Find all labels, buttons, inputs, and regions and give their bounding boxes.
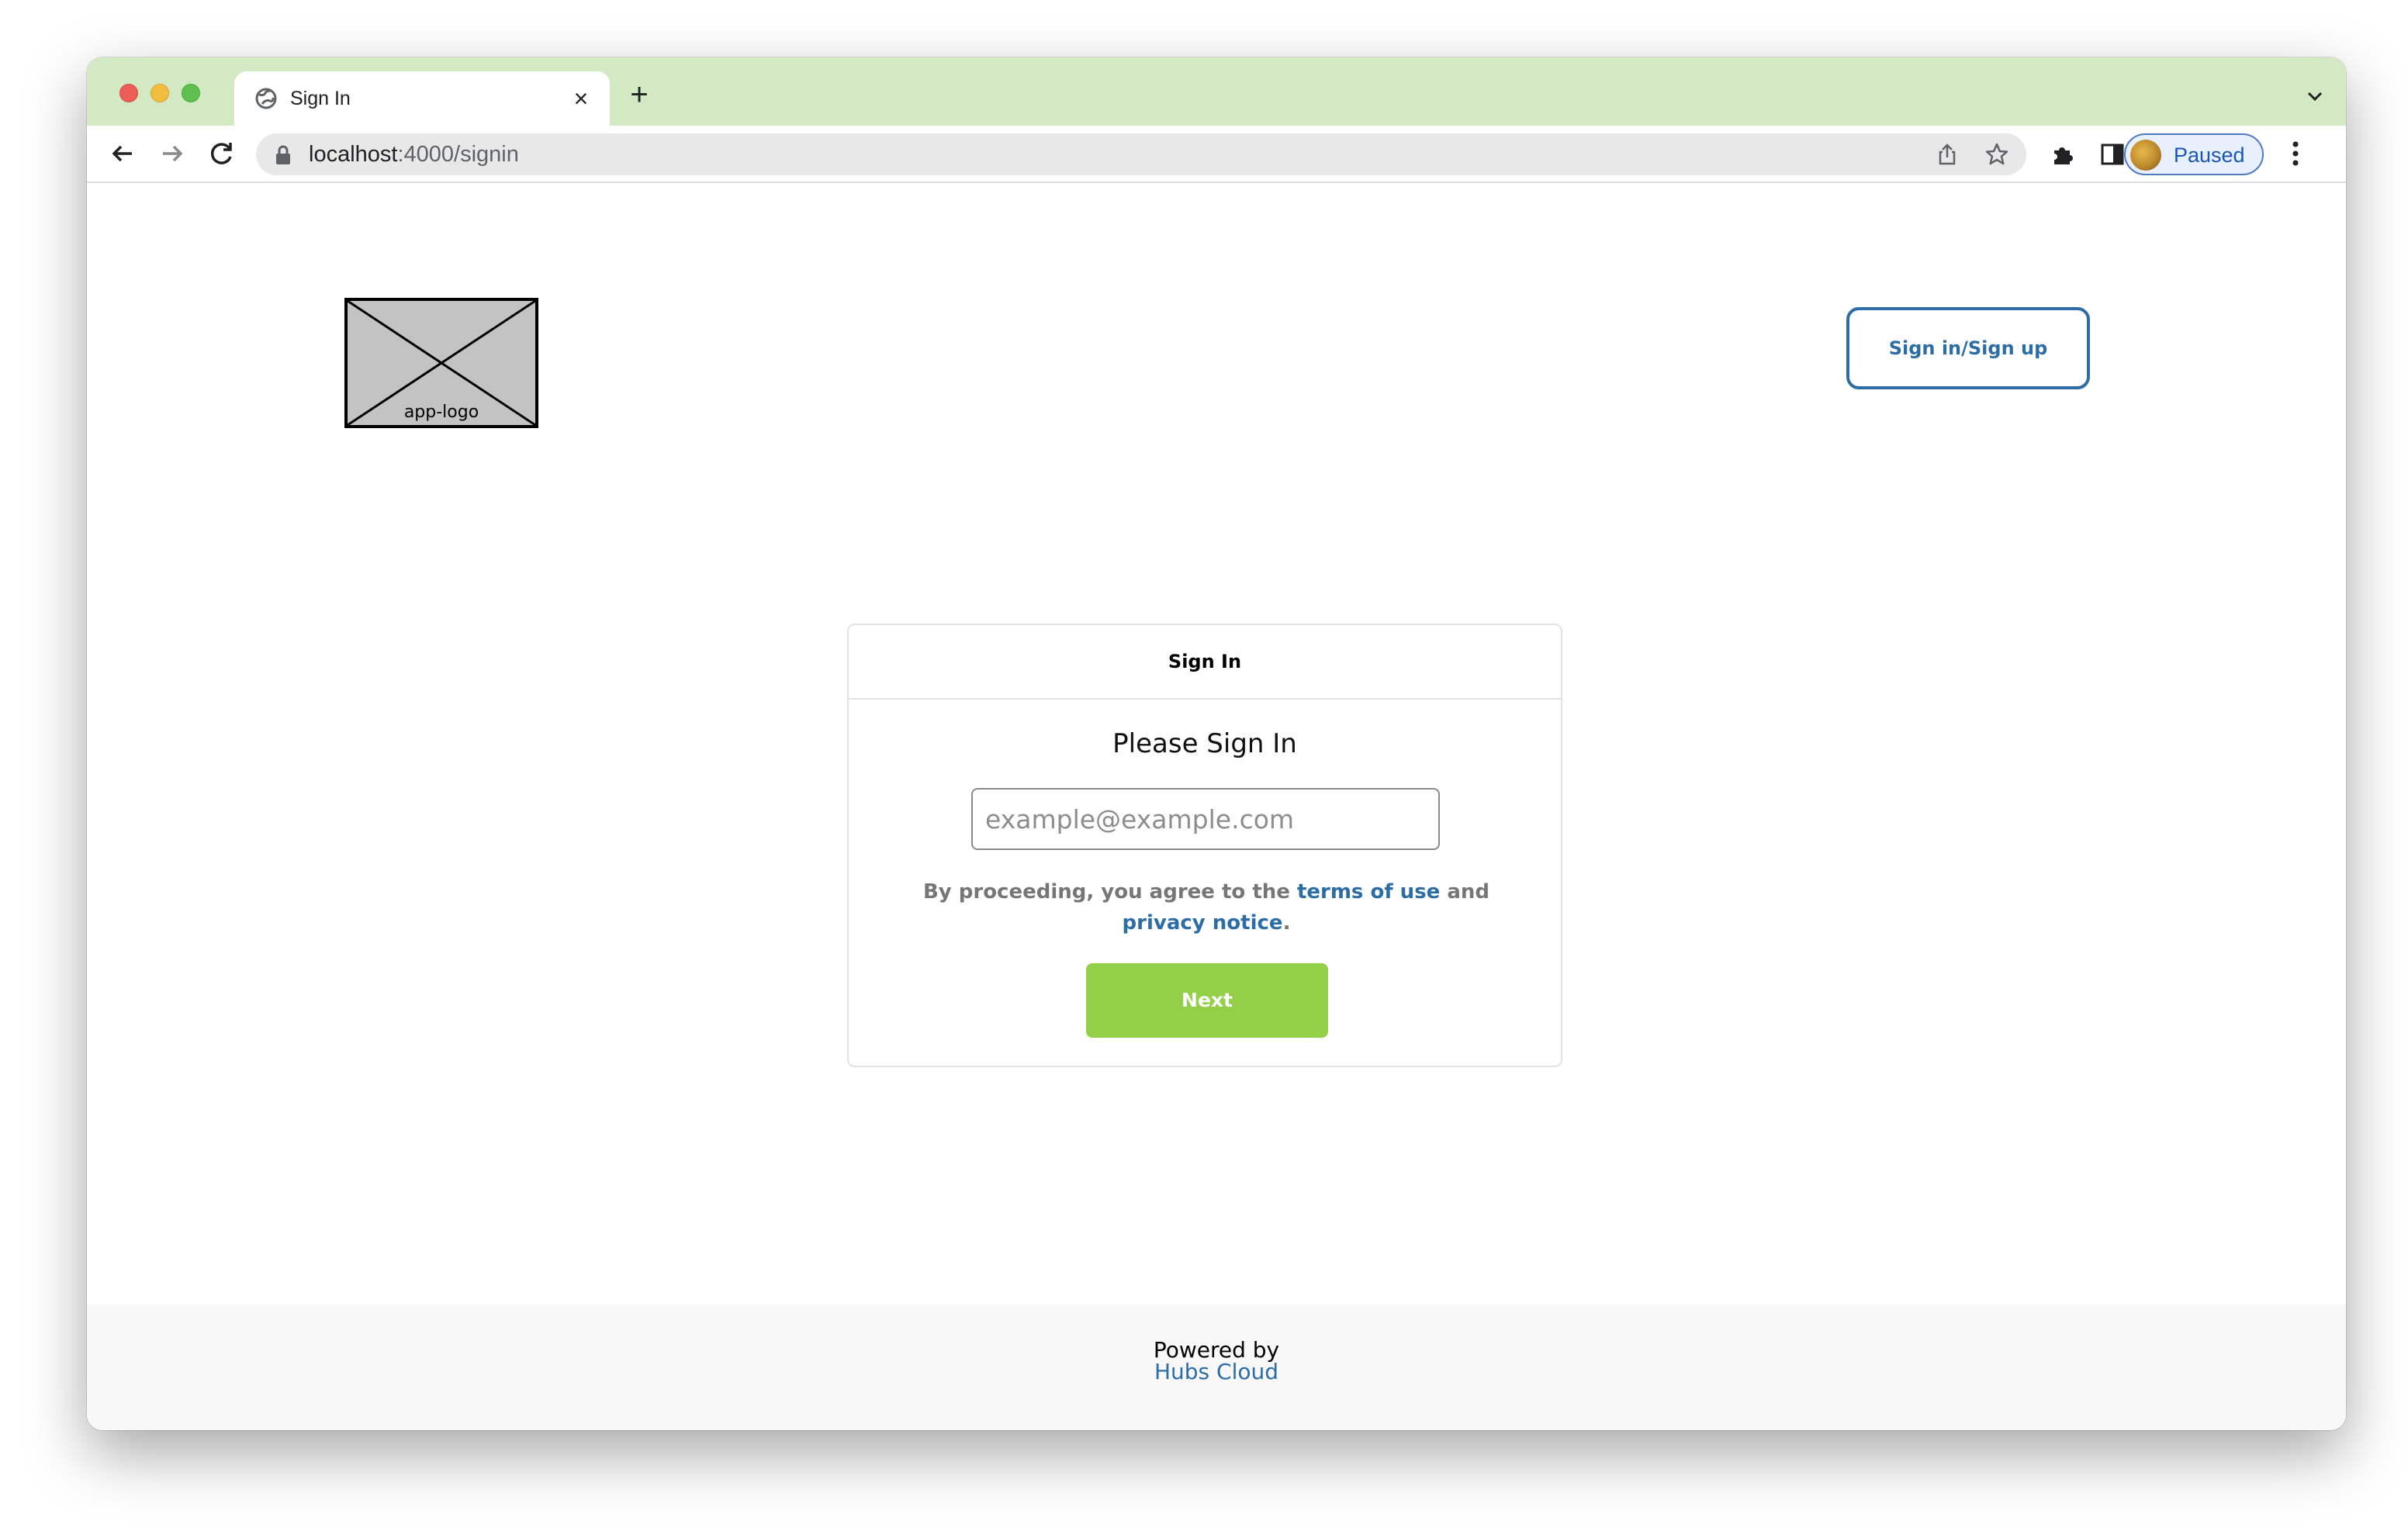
next-button[interactable]: Next [1086,963,1328,1038]
close-window-button[interactable] [119,84,138,102]
zoom-window-button[interactable] [182,84,200,102]
close-tab-icon[interactable]: × [568,85,594,112]
globe-icon [255,88,277,109]
profile-button[interactable]: Paused [2124,133,2264,175]
email-input[interactable] [971,788,1440,850]
privacy-notice-link[interactable]: privacy notice [1123,911,1283,935]
extensions-puzzle-icon[interactable] [2050,141,2076,168]
tab-strip: Sign In × + [87,57,2346,126]
address-bar[interactable]: localhost:4000/signin [256,133,2026,175]
agreement-suffix: . [1282,911,1291,935]
footer: Powered by Hubs Cloud [87,1305,2346,1430]
browser-toolbar: localhost:4000/signin Paused [87,126,2346,183]
url-path: :4000/signin [397,142,519,167]
card-header-title: Sign In [849,625,1561,700]
card-title: Please Sign In [1112,728,1297,759]
agreement-prefix: By proceeding, you agree to the [922,880,1290,904]
minimize-window-button[interactable] [150,84,169,102]
back-arrow-icon[interactable] [106,137,140,171]
app-logo-label: app-logo [403,403,479,422]
page-content: app-logo Sign in/Sign up Sign In Please … [87,183,2346,1430]
reload-icon[interactable] [205,137,239,171]
tab-title: Sign In [290,88,351,109]
sign-in-sign-up-button[interactable]: Sign in/Sign up [1846,307,2090,389]
browser-window: Sign In × + localhost:4000/signin Paused… [87,57,2346,1430]
lock-icon[interactable] [275,145,292,165]
avatar [2130,140,2161,171]
agreement-text: By proceeding, you agree to the terms of… [909,876,1503,938]
share-icon[interactable] [1935,142,1960,167]
url-host: localhost [309,142,398,167]
hubs-cloud-link[interactable]: Hubs Cloud [87,1360,2346,1384]
app-logo[interactable]: app-logo [344,298,538,428]
profile-status-label: Paused [2174,143,2245,167]
sign-in-card: Sign In Please Sign In By proceeding, yo… [847,624,1562,1067]
side-panel-icon[interactable] [2099,141,2126,168]
tab-sign-in[interactable]: Sign In × [234,71,610,126]
more-menu-icon[interactable] [2284,138,2307,169]
forward-arrow-icon[interactable] [155,137,189,171]
terms-of-use-link[interactable]: terms of use [1297,880,1440,904]
bookmark-star-icon[interactable] [1984,142,2009,167]
url-text[interactable]: localhost:4000/signin [309,141,519,168]
chevron-down-icon[interactable] [2304,85,2326,107]
agreement-joiner: and [1447,880,1490,904]
new-tab-button[interactable]: + [622,78,656,112]
